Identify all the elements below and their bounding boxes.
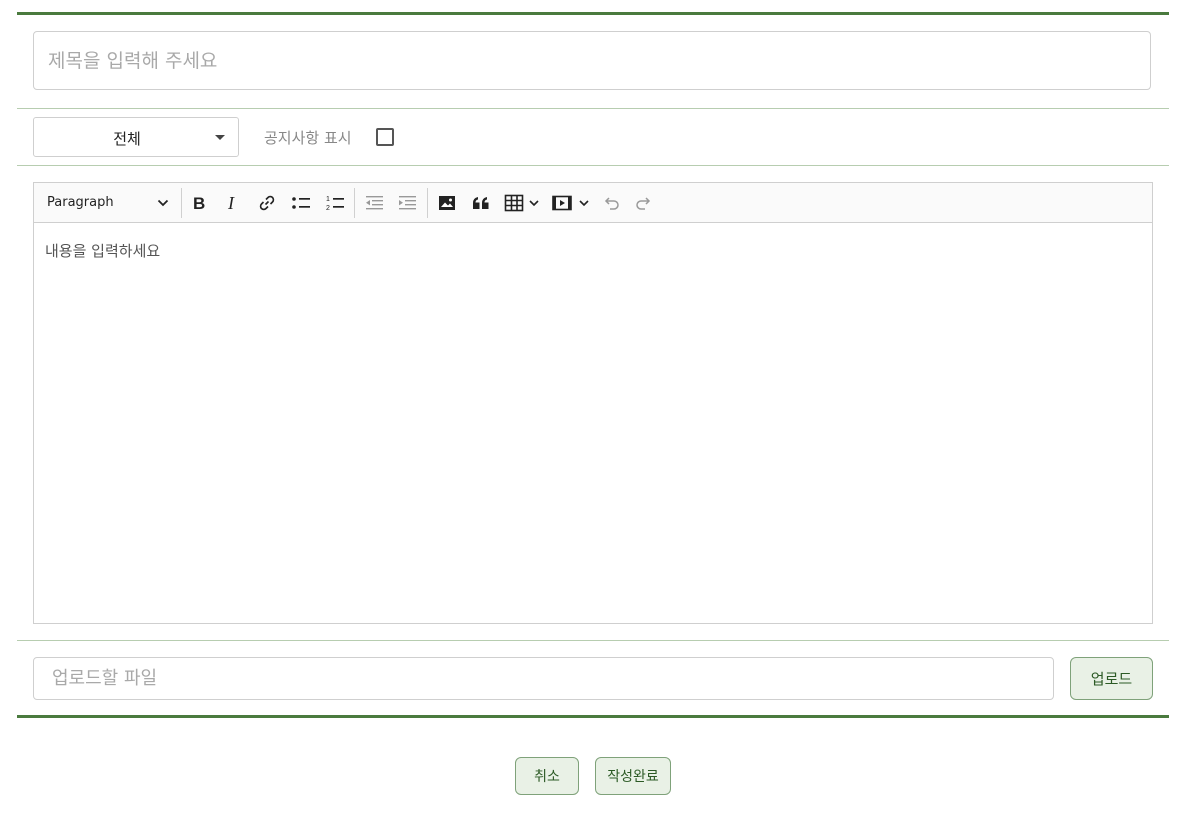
svg-text:1: 1 — [326, 196, 330, 203]
svg-text:B: B — [193, 194, 205, 212]
numbered-list-icon[interactable]: 12 — [323, 190, 347, 216]
divider — [17, 640, 1169, 641]
upload-button[interactable]: 업로드 — [1070, 657, 1153, 700]
caret-down-icon — [215, 135, 225, 140]
undo-icon[interactable] — [600, 190, 622, 216]
category-select[interactable]: 전체 — [33, 117, 239, 157]
top-divider — [17, 12, 1169, 15]
file-input[interactable] — [33, 657, 1054, 700]
toolbar-separator — [427, 188, 428, 218]
rich-text-editor: Paragraph B I 12 내용을 입력하세요 — [33, 182, 1153, 624]
chevron-down-icon[interactable] — [154, 190, 172, 216]
editor-toolbar: Paragraph B I 12 — [34, 183, 1152, 223]
svg-text:I: I — [227, 194, 235, 212]
title-input[interactable] — [33, 31, 1151, 90]
table-icon[interactable] — [502, 190, 526, 216]
bold-icon[interactable]: B — [189, 190, 211, 216]
divider — [17, 108, 1169, 109]
cancel-button[interactable]: 취소 — [515, 757, 579, 795]
italic-icon[interactable]: I — [222, 190, 244, 216]
chevron-down-icon[interactable] — [576, 190, 592, 216]
image-icon[interactable] — [435, 190, 459, 216]
divider — [17, 165, 1169, 166]
notice-label: 공지사항 표시 — [264, 129, 352, 147]
block-format-dropdown[interactable]: Paragraph — [47, 195, 114, 210]
bulleted-list-icon[interactable] — [289, 190, 313, 216]
editor-content[interactable]: 내용을 입력하세요 — [45, 240, 160, 261]
media-icon[interactable] — [550, 190, 574, 216]
toolbar-separator — [181, 188, 182, 218]
quote-icon[interactable] — [469, 190, 493, 216]
toolbar-separator — [354, 188, 355, 218]
link-icon[interactable] — [256, 190, 278, 216]
notice-checkbox[interactable] — [376, 128, 394, 146]
category-value: 전체 — [113, 130, 141, 148]
submit-button[interactable]: 작성완료 — [595, 757, 671, 795]
outdent-icon[interactable] — [362, 190, 386, 216]
svg-text:2: 2 — [326, 205, 330, 212]
bottom-divider — [17, 715, 1169, 718]
chevron-down-icon[interactable] — [526, 190, 542, 216]
indent-icon[interactable] — [395, 190, 419, 216]
redo-icon[interactable] — [633, 190, 655, 216]
